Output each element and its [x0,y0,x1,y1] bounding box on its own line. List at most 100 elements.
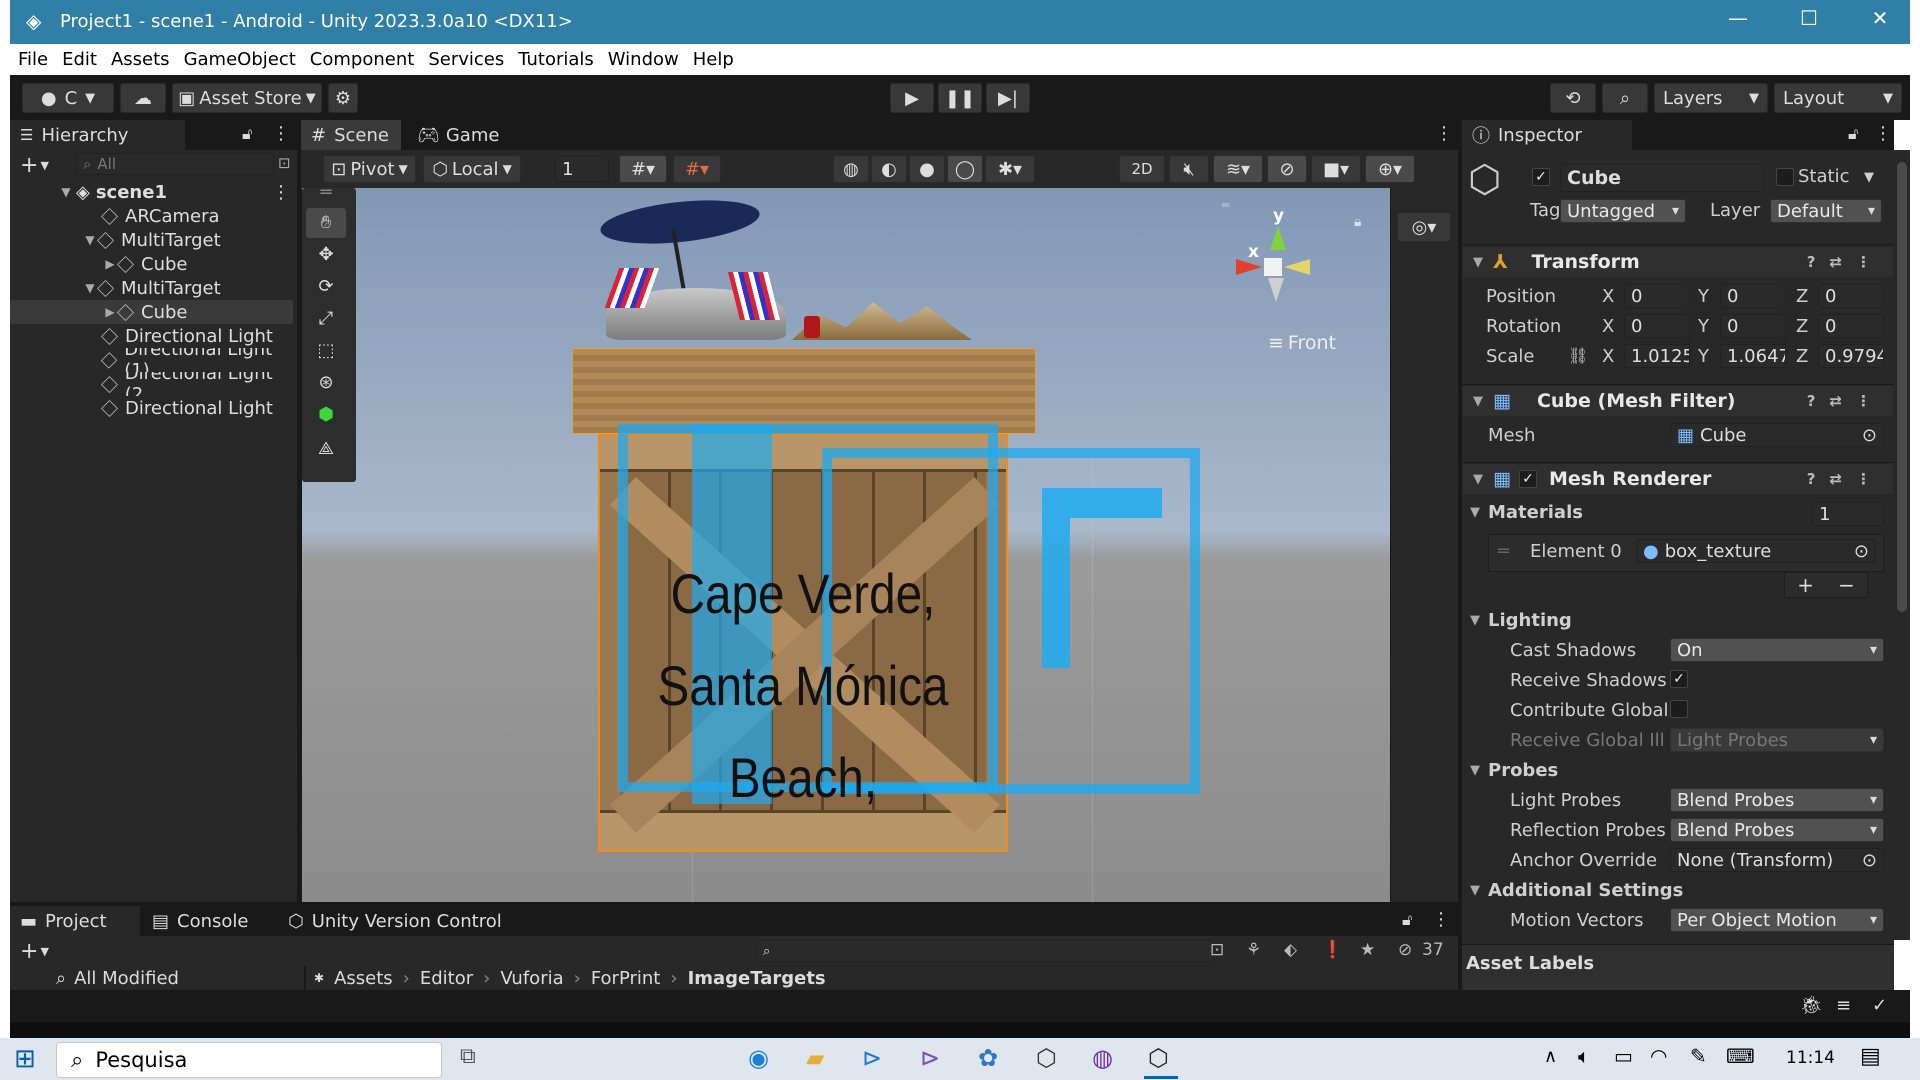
tab-console[interactable]: ▤ Console [142,906,272,936]
chevron-down-icon[interactable]: ▼ [40,945,48,958]
add-icon[interactable]: + [1797,573,1814,597]
mesh-filter-header[interactable]: ▼ ▦ Cube (Mesh Filter) ?⇄⋮ [1463,386,1893,416]
clock-time[interactable]: 11:14 [1786,1048,1835,1068]
custom-tool-icon[interactable]: ⬢ [306,400,346,430]
more-icon[interactable]: ⋮ [272,182,290,203]
more-icon[interactable]: ⋮ [1432,909,1450,930]
link-scale-icon[interactable]: ⛓︎ [1568,346,1588,365]
hierarchy-item[interactable]: Directional Light [10,324,293,348]
unlit-button[interactable]: ◯ [947,155,983,183]
lock-icon[interactable]: 🔓︎ [1848,124,1858,144]
scale-y-field[interactable]: 1.0647 [1720,344,1786,368]
scale-z-field[interactable]: 0.9794 [1818,344,1884,368]
settings-button[interactable]: ⚙ [328,83,358,113]
mesh-renderer-enabled-checkbox[interactable]: ✓ [1518,470,1537,488]
component-actions[interactable]: ?⇄⋮ [1807,253,1885,271]
move-tool-icon[interactable]: ✥ [306,240,346,270]
step-button[interactable]: ▶| [986,83,1030,113]
cache-server-icon[interactable]: ≡ [1836,995,1851,1016]
additional-settings-label[interactable]: Additional Settings [1488,880,1683,901]
hierarchy-item[interactable]: ARCamera [10,204,293,228]
position-x-field[interactable]: 0 [1624,284,1690,308]
materials-label[interactable]: Materials [1488,502,1583,523]
hidden-packages-icon[interactable]: ⊘ [1398,940,1412,960]
chevron-down-icon[interactable]: ▼ [40,159,48,172]
windows-start-icon[interactable]: ⊞ [14,1044,36,1074]
hierarchy-item[interactable]: Directional Light (2 [10,372,293,396]
grid-size-field[interactable]: 1 [555,156,609,182]
inspector-scrollbar[interactable] [1894,150,1910,940]
menu-tutorials[interactable]: Tutorials [518,49,594,70]
anchor-override-field[interactable]: None (Transform) ⊙ [1670,848,1884,872]
tab-project[interactable]: ▬ Project [10,906,140,936]
close-icon[interactable]: ✕ [1865,6,1895,30]
hierarchy-item[interactable]: ▶ Cube [10,252,293,276]
drag-handle-icon[interactable]: ═ [1498,541,1509,562]
position-y-field[interactable]: 0 [1720,284,1786,308]
hierarchy-item[interactable]: Directional Light [10,396,293,420]
menu-services[interactable]: Services [428,49,504,70]
expand-arrow-icon[interactable]: ▼ [1470,613,1480,628]
gizmos-button[interactable]: ⊕▾ [1365,155,1415,183]
object-picker-icon[interactable]: ⊙ [1862,425,1877,446]
menu-help[interactable]: Help [693,49,734,70]
contribute-global-checkbox[interactable] [1670,700,1688,718]
filter-type-icon[interactable]: ⚘ [1246,940,1261,960]
favorite-star-icon[interactable]: ★ [1360,940,1375,960]
menu-gameobject[interactable]: GameObject [184,49,296,70]
tab-game[interactable]: 🎮︎ Game [407,120,507,150]
mesh-renderer-header[interactable]: ▼ ▦ ✓ Mesh Renderer ?⇄⋮ [1463,464,1893,494]
receive-shadows-checkbox[interactable]: ✓ [1670,670,1688,688]
audio-toggle-button[interactable]: 🔇︎ [1169,155,1209,183]
lighting-label[interactable]: Lighting [1488,610,1572,631]
breadcrumb-item[interactable]: Editor [420,968,473,989]
asset-store-button[interactable]: ▣ Asset Store ▼ [172,83,322,113]
expand-arrow-icon[interactable]: ▼ [1473,394,1483,409]
find-icon[interactable]: ⊡ [278,154,291,172]
lock-icon[interactable]: 🔓︎ [1402,910,1412,930]
file-explorer-icon[interactable]: ▰ [806,1044,824,1072]
label-tag-icon[interactable]: ⬖ [1284,940,1297,960]
keyboard-icon[interactable]: ⌨ [1726,1044,1755,1068]
2d-toggle-button[interactable]: 2D [1119,155,1165,183]
motion-vectors-dropdown[interactable]: Per Object Motion [1670,908,1884,932]
pen-icon[interactable]: ✎ [1690,1044,1707,1068]
mesh-object-field[interactable]: ▦ Cube ⊙ [1670,423,1884,447]
breadcrumb-item[interactable]: ForPrint [591,968,661,989]
warning-icon[interactable]: ❗ [1322,940,1343,960]
add-icon[interactable]: + [20,939,38,964]
scale-tool-icon[interactable]: ⤢ [306,304,346,334]
expand-arrow-icon[interactable]: ▼ [1473,255,1483,270]
breadcrumb-item[interactable]: Vuforia [500,968,563,989]
rect-tool-icon[interactable]: ⬚ [306,336,346,366]
reflection-probes-dropdown[interactable]: Blend Probes [1670,818,1884,842]
visibility-button[interactable]: ⊘ [1267,155,1307,183]
expand-arrow-icon[interactable]: ▼ [1470,883,1480,898]
notifications-icon[interactable]: ▤ [1860,1044,1881,1069]
materials-count-field[interactable]: 1 [1812,502,1884,526]
pivot-dropdown[interactable]: ⊡ Pivot ▼ [323,155,416,183]
gizmo-neg-y-arrow[interactable] [1268,278,1284,302]
increment-snap-button[interactable]: #▾ [673,155,721,183]
scene-viewport[interactable]: Cape Verde, Santa Mónica Beach, ═ ✋︎ ✥ ⟳… [302,188,1390,902]
cast-shadows-dropdown[interactable]: On [1670,638,1884,662]
more-icon[interactable]: ⋮ [1435,123,1453,144]
edge-icon[interactable]: ◉ [748,1044,769,1072]
view-orientation-label[interactable]: ≡ Front [1268,332,1336,354]
active-checkbox[interactable]: ✓ [1532,168,1550,186]
tab-hierarchy[interactable]: ☰ Hierarchy [10,120,185,150]
shaded-wireframe-button[interactable]: ◐ [871,155,907,183]
rotation-z-field[interactable]: 0 [1818,314,1884,338]
app-icon[interactable]: ◍ [1092,1044,1113,1072]
scrollbar-thumb[interactable] [1897,162,1907,612]
maximize-icon[interactable]: ☐ [1794,6,1824,30]
object-name-field[interactable]: Cube [1560,164,1764,192]
local-dropdown[interactable]: ⬡ Local ▼ [423,155,521,183]
position-z-field[interactable]: 0 [1818,284,1884,308]
remove-icon[interactable]: − [1838,573,1855,597]
tab-inspector[interactable]: ⓘ Inspector [1462,120,1632,150]
menu-edit[interactable]: Edit [62,49,97,70]
layers-dropdown[interactable]: Layers ▼ [1654,83,1768,113]
drag-handle-icon[interactable]: ═ [306,188,346,202]
vscode-icon[interactable]: ⊳ [862,1044,882,1072]
